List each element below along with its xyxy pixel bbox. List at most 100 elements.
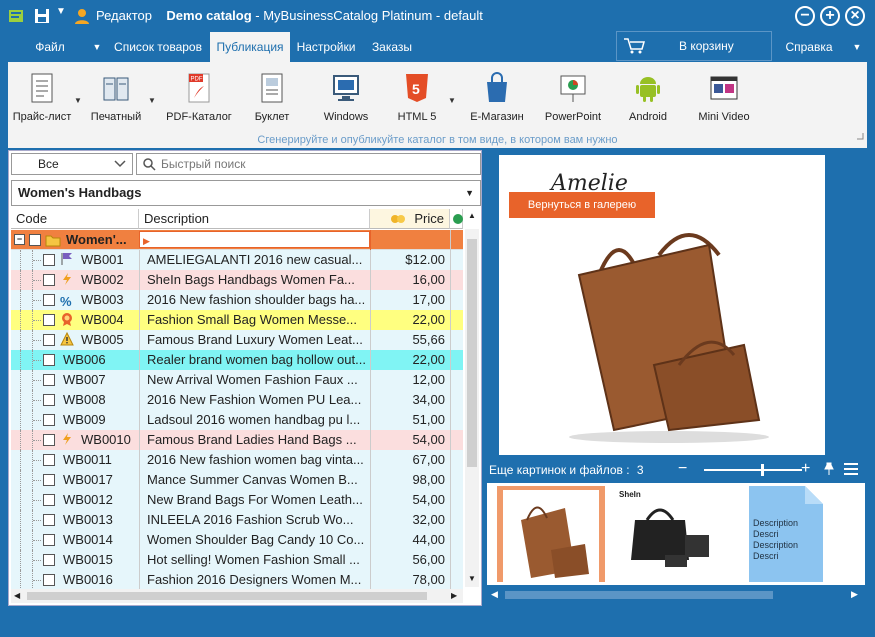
table-row[interactable]: WB0012 New Brand Bags For Women Leath... 5… (11, 490, 463, 510)
group-row[interactable]: − Women'... ▶ (11, 230, 463, 250)
user-icon[interactable] (74, 8, 90, 24)
maximize-button[interactable]: + (820, 6, 840, 26)
menu-products[interactable]: Список товаров (108, 32, 208, 62)
row-price: 56,00 (370, 550, 450, 570)
pin-icon[interactable] (822, 462, 836, 476)
thumbnail-scrollbar[interactable]: ◀ ▶ (487, 587, 865, 603)
save-icon[interactable] (34, 8, 50, 24)
table-row[interactable]: WB0017 Mance Summer Canvas Women B... 98,0… (11, 470, 463, 490)
price-list-button[interactable]: Прайс-лист (11, 72, 73, 123)
table-row[interactable]: WB005 Famous Brand Luxury Women Leat... 55… (11, 330, 463, 350)
menu-file[interactable]: Файл (20, 32, 80, 62)
row-price: 55,66 (370, 330, 450, 350)
row-checkbox[interactable] (43, 454, 55, 466)
menu-settings[interactable]: Настройки (292, 32, 360, 62)
scroll-down-icon[interactable]: ▼ (468, 574, 476, 583)
row-checkbox[interactable] (43, 354, 55, 366)
table-row[interactable]: WB001 AMELIEGALANTI 2016 new casual... $12… (11, 250, 463, 270)
minimize-button[interactable]: − (795, 6, 815, 26)
add-to-cart-button[interactable]: В корзину (616, 31, 772, 61)
booklet-button[interactable]: Буклет (248, 72, 296, 123)
menu-icon[interactable] (844, 463, 858, 475)
print-catalog-button[interactable]: Печатный (86, 72, 146, 123)
menu-orders[interactable]: Заказы (362, 32, 422, 62)
row-checkbox[interactable] (43, 334, 55, 346)
group-checkbox[interactable] (29, 234, 41, 246)
filter-select[interactable]: Все (11, 153, 133, 175)
product-image[interactable]: Amelie Вернуться в галерею (499, 155, 825, 455)
menu-file-dropdown-icon[interactable]: ▼ (90, 32, 104, 62)
table-row[interactable]: WB007 New Arrival Women Fashion Faux ... 1… (11, 370, 463, 390)
table-row[interactable]: WB0015 Hot selling! Women Fashion Small .… (11, 550, 463, 570)
row-checkbox[interactable] (43, 474, 55, 486)
row-checkbox[interactable] (43, 534, 55, 546)
row-checkbox[interactable] (43, 374, 55, 386)
table-row[interactable]: WB006 Realer brand women bag hollow out..… (11, 350, 463, 370)
row-checkbox[interactable] (43, 414, 55, 426)
android-button[interactable]: Android (620, 72, 676, 123)
vertical-scroll-thumb[interactable] (467, 239, 477, 467)
column-extra[interactable] (450, 209, 463, 229)
column-description[interactable]: Description (139, 209, 370, 229)
table-row[interactable]: WB009 Ladsoul 2016 women handbag pu l... 5… (11, 410, 463, 430)
column-price[interactable]: Price (370, 209, 450, 229)
quick-access-dropdown-icon[interactable]: ▼ (56, 6, 72, 22)
grid-horizontal-scrollbar[interactable]: ◀ ▶ (11, 589, 463, 603)
quick-search-input[interactable]: Быстрый поиск (136, 153, 481, 175)
table-row[interactable]: WB004 Fashion Small Bag Women Messe... 22,… (11, 310, 463, 330)
thumbnail-3[interactable]: Description Descri Description Descri (749, 486, 857, 582)
table-row[interactable]: WB008 2016 New Fashion Women PU Lea... 34,… (11, 390, 463, 410)
pdf-catalog-button[interactable]: PDF PDF-Каталог (164, 72, 234, 123)
price-list-dropdown-icon[interactable]: ▼ (74, 96, 82, 105)
row-code: WB003 (81, 292, 124, 307)
thumbnail-2[interactable]: SheIn (615, 486, 723, 582)
menu-help[interactable]: Справка (780, 32, 838, 62)
row-checkbox[interactable] (43, 514, 55, 526)
row-checkbox[interactable] (43, 494, 55, 506)
html5-button[interactable]: 5 HTML 5 (392, 72, 442, 123)
horizontal-scroll-thumb[interactable] (27, 592, 427, 600)
scroll-left-icon[interactable]: ◀ (14, 591, 20, 600)
help-dropdown-icon[interactable]: ▼ (848, 32, 866, 62)
powerpoint-button[interactable]: PowerPoint (542, 72, 604, 123)
thumb-scroll-right-icon[interactable]: ▶ (851, 589, 858, 600)
table-row[interactable]: WB0011 2016 New fashion women bag vinta..… (11, 450, 463, 470)
scroll-right-icon[interactable]: ▶ (451, 591, 457, 600)
table-row[interactable]: WB002 SheIn Bags Handbags Women Fa... 16,0… (11, 270, 463, 290)
windows-button[interactable]: Windows (318, 72, 374, 123)
back-to-gallery-button[interactable]: Вернуться в галерею (509, 192, 655, 218)
row-checkbox[interactable] (43, 554, 55, 566)
grid-vertical-scrollbar[interactable]: ▲ ▼ (465, 211, 479, 587)
thumbnail-1[interactable] (497, 486, 605, 582)
mini-video-button[interactable]: Mini Video (694, 72, 754, 123)
category-select[interactable]: Women's Handbags ▼ (11, 180, 481, 206)
table-row[interactable]: WB0014 Women Shoulder Bag Candy 10 Co... 4… (11, 530, 463, 550)
row-checkbox[interactable] (43, 574, 55, 586)
column-code[interactable]: Code (11, 209, 139, 229)
menu-publication[interactable]: Публикация (210, 32, 290, 62)
close-button[interactable]: × (845, 6, 865, 26)
print-catalog-dropdown-icon[interactable]: ▼ (148, 96, 156, 105)
app-logo-icon[interactable] (8, 8, 24, 24)
zoom-in-icon[interactable]: + (801, 461, 810, 477)
row-checkbox[interactable] (43, 434, 55, 446)
row-checkbox[interactable] (43, 314, 55, 326)
row-checkbox[interactable] (43, 274, 55, 286)
zoom-out-icon[interactable]: − (678, 461, 687, 477)
thumb-scroll-thumb[interactable] (505, 591, 773, 599)
scroll-up-icon[interactable]: ▲ (468, 211, 476, 220)
row-checkbox[interactable] (43, 254, 55, 266)
row-checkbox[interactable] (43, 394, 55, 406)
row-checkbox[interactable] (43, 294, 55, 306)
e-shop-button[interactable]: E-Магазин (466, 72, 528, 123)
table-row[interactable]: WB0010 Famous Brand Ladies Hand Bags ... 5… (11, 430, 463, 450)
collapse-icon[interactable]: − (14, 234, 25, 245)
table-row[interactable]: WB0016 Fashion 2016 Designers Women M... 7… (11, 570, 463, 589)
table-row[interactable]: % WB003 2016 New fashion shoulder bags ha.… (11, 290, 463, 310)
shop-bag-icon (487, 72, 507, 102)
zoom-slider[interactable] (704, 464, 802, 476)
table-row[interactable]: WB0013 INLEELA 2016 Fashion Scrub Wo... 32… (11, 510, 463, 530)
zoom-slider-thumb[interactable] (761, 464, 765, 476)
thumb-scroll-left-icon[interactable]: ◀ (491, 589, 498, 600)
html5-dropdown-icon[interactable]: ▼ (448, 96, 456, 105)
